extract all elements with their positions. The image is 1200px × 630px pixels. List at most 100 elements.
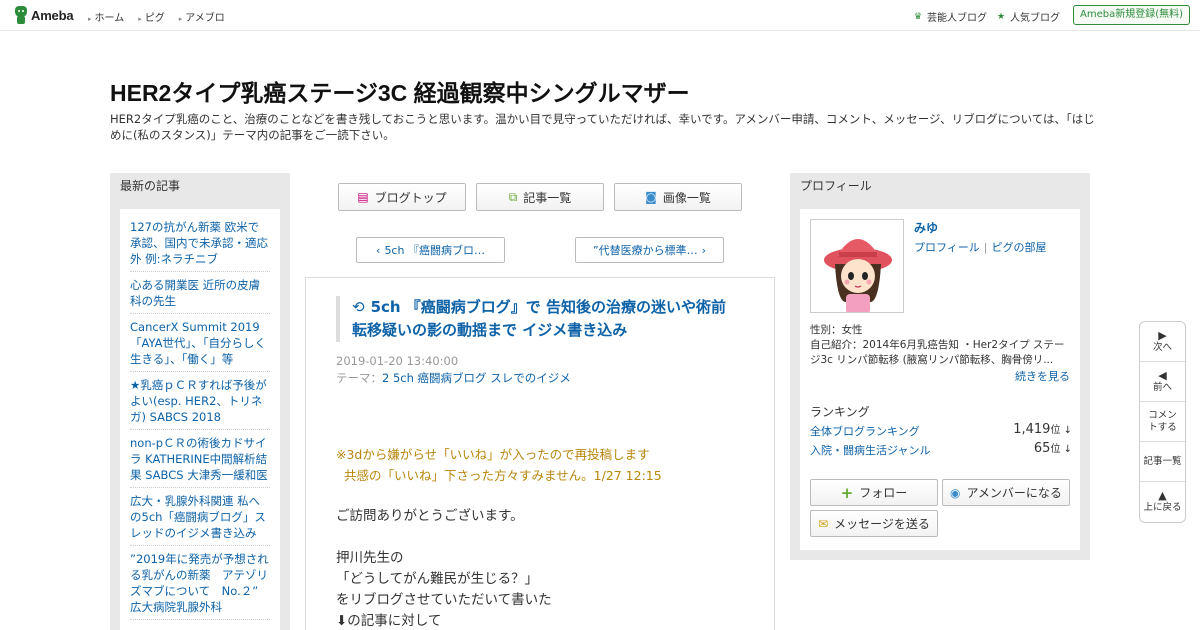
recent-article-link[interactable]: 心ある開業医 近所の皮膚科の先生 xyxy=(130,275,270,314)
recent-articles-list: 127の抗がん新薬 欧米で承認、国内で未承認・適応外 例:ネラチニブ 心ある開業… xyxy=(120,209,280,630)
blog-top-button[interactable]: ▤ ブログトップ xyxy=(338,183,466,211)
profile-heading: プロフィール xyxy=(800,179,872,193)
profile-box: みゆ プロフィール | ピグの部屋 性別：女性 自己紹介：2014年6月乳癌告知 ・… xyxy=(800,209,1080,550)
ameba-logo-icon xyxy=(14,6,28,24)
article-list-button[interactable]: ⧉ 記事一覧 xyxy=(476,183,604,211)
follow-label: フォロー xyxy=(859,486,908,500)
send-message-button[interactable]: ✉ メッセージを送る xyxy=(810,510,938,537)
separator: | xyxy=(983,241,988,254)
chevron-right-icon: › xyxy=(701,243,707,257)
chat-icon: ◉ xyxy=(950,485,961,500)
body-line: 押川先生の xyxy=(336,550,404,566)
prev-article-label: 5ch 『癌闘病ブロ… xyxy=(384,244,485,257)
ranking-heading: ランキング xyxy=(810,405,870,419)
article: ⟲ 5ch 『癌闘病ブログ』で 告知後の治療の迷いや術前転移疑いの影の動揺まで イ… xyxy=(305,277,775,630)
ranking-label[interactable]: 入院・闘病生活ジャンル xyxy=(810,444,930,457)
nav-ameblo-link[interactable]: アメブロ xyxy=(179,9,225,24)
article-list-nav-label: 記事一覧 xyxy=(1143,455,1182,467)
ranking-value: 1,419位 ↓ xyxy=(1013,421,1072,437)
register-button[interactable]: Ameba新規登録(無料) xyxy=(1072,5,1190,25)
arrow-up-icon: ▲ xyxy=(1158,489,1167,502)
top-right-links: ♛ 芸能人ブログ ★ 人気ブログ xyxy=(904,9,1060,24)
ranking-label[interactable]: 全体ブログランキング xyxy=(810,425,920,438)
ranking-unit: 位 ↓ xyxy=(1050,425,1072,436)
plus-icon: + xyxy=(840,483,854,502)
recent-article-link[interactable]: CancerX Summit 2019 「AYA世代」、「自分らしく生きる」、「… xyxy=(130,317,270,372)
profile-links: プロフィール | ピグの部屋 xyxy=(914,239,1047,255)
blog-title[interactable]: HER2タイプ乳癌ステージ3C 経過観察中シングルマザー xyxy=(110,74,690,108)
prev-article-button[interactable]: ‹ 5ch 『癌闘病ブロ… xyxy=(356,237,505,263)
body-line xyxy=(336,527,552,548)
profile-link[interactable]: プロフィール xyxy=(914,241,980,254)
article-list-nav-button[interactable]: 記事一覧 xyxy=(1140,442,1185,482)
profile-panel: プロフィール みゆ プロフィール | ピグの部屋 性別：女性 自己紹介：2014… xyxy=(790,173,1090,560)
logo-text: Ameba xyxy=(31,7,74,23)
crown-icon: ♛ xyxy=(914,11,923,22)
ranking-unit: 位 ↓ xyxy=(1050,444,1072,455)
blog-description: HER2タイプ乳癌のこと、治療のことなどを書き残しておこうと思います。温かい目で… xyxy=(110,112,1095,142)
chevron-left-icon: ‹ xyxy=(376,243,381,257)
recent-articles-panel: 最新の記事 127の抗がん新薬 欧米で承認、国内で未承認・適応外 例:ネラチニブ… xyxy=(110,173,290,630)
prev-nav-label: 前へ xyxy=(1152,381,1172,393)
next-article-label: ”代替医療から標準… xyxy=(592,244,698,257)
top-bar: Ameba ホーム ピグ アメブロ ♛ 芸能人ブログ ★ 人気ブログ Ameba… xyxy=(0,0,1200,31)
ameba-logo[interactable]: Ameba xyxy=(14,5,74,25)
play-right-icon: ▶ xyxy=(1158,328,1167,342)
camera-icon: ◙ xyxy=(645,190,657,204)
recent-article-link[interactable]: ”2019年に発売が予想される乳がんの新薬 アテゾリズマブについて No.２” … xyxy=(130,549,270,620)
celebrity-blog-label: 芸能人ブログ xyxy=(927,13,987,24)
image-list-button[interactable]: ◙ 画像一覧 xyxy=(614,183,742,211)
profile-intro: 自己紹介：2014年6月乳癌告知 ・Her2タイプ ステージ3c リンパ節転移 … xyxy=(810,339,1065,366)
nav-home-link[interactable]: ホーム xyxy=(88,9,125,24)
theme-link[interactable]: 2 5ch 癌闘病ブログ スレでのイジメ xyxy=(382,371,571,385)
recent-article-link[interactable]: ★乳癌ｐＣＲすれば予後がよい(esp. HER2、トリネガ) SABCS 201… xyxy=(130,375,270,430)
article-title[interactable]: ⟲ 5ch 『癌闘病ブログ』で 告知後の治療の迷いや術前転移疑いの影の動揺まで イ… xyxy=(336,296,736,342)
recent-articles-heading: 最新の記事 xyxy=(120,179,181,193)
comment-nav-button[interactable]: コメントする xyxy=(1140,402,1185,442)
amember-label: アメンバーになる xyxy=(966,486,1062,500)
theme-label: テーマ： xyxy=(336,371,382,385)
prev-nav-button[interactable]: ◀ 前へ xyxy=(1140,362,1185,402)
ranking-number: 65 xyxy=(1033,441,1051,456)
ranking-row: 全体ブログランキング 1,419位 ↓ xyxy=(810,421,1072,439)
article-note: ※3dから嫌がらせ「いいね」が入ったので再投稿します 共感の「いいね」下さった方… xyxy=(336,444,662,486)
document-icon: ▤ xyxy=(357,190,369,204)
recent-article-link[interactable]: non-pＣＲの術後カドサイラ KATHERINE中間解析結果 SABCS 大津… xyxy=(130,433,270,488)
global-nav: ホーム ピグ アメブロ xyxy=(88,9,239,24)
back-to-top-button[interactable]: ▲ 上に戻る xyxy=(1140,482,1185,522)
recent-article-link[interactable]: 広大・乳腺外科関連 私への5ch「癌闘病ブログ」スレッドのイジメ書き込み xyxy=(130,491,270,546)
send-message-label: メッセージを送る xyxy=(834,517,930,531)
comment-nav-label: コメントする xyxy=(1148,409,1177,433)
note-line: ※3dから嫌がらせ「いいね」が入ったので再投稿します xyxy=(336,447,650,462)
amember-button[interactable]: ◉ アメンバーになる xyxy=(942,479,1070,506)
body-line: ご訪問ありがとうございます。 xyxy=(336,508,524,524)
follow-button[interactable]: + フォロー xyxy=(810,479,938,506)
popular-blog-label: 人気ブログ xyxy=(1010,13,1060,24)
image-list-label: 画像一覧 xyxy=(662,190,711,205)
profile-info: 性別：女性 自己紹介：2014年6月乳癌告知 ・Her2タイプ ステージ3c リ… xyxy=(810,323,1072,368)
article-date: 2019-01-20 13:40:00 xyxy=(336,354,459,368)
article-body: ご訪問ありがとうございます。 押川先生の 「どうしてがん難民が生じる？」 をリブ… xyxy=(336,506,552,630)
blog-top-label: ブログトップ xyxy=(374,190,447,205)
avatar[interactable] xyxy=(810,219,904,313)
pigg-room-link[interactable]: ピグの部屋 xyxy=(992,241,1047,254)
popular-blog-link[interactable]: ★ 人気ブログ xyxy=(997,9,1060,24)
article-list-label: 記事一覧 xyxy=(523,190,572,205)
recent-article-link[interactable]: 127の抗がん新薬 欧米で承認、国内で未承認・適応外 例:ネラチニブ xyxy=(130,217,270,272)
article-title-text: 5ch 『癌闘病ブログ』で 告知後の治療の迷いや術前転移疑いの影の動揺まで イジ… xyxy=(352,298,727,339)
body-line: をリブログさせていただいて書いた xyxy=(336,592,552,608)
celebrity-blog-link[interactable]: ♛ 芸能人ブログ xyxy=(914,9,987,24)
nav-pigg-link[interactable]: ピグ xyxy=(138,9,165,24)
star-icon: ★ xyxy=(997,11,1006,22)
ranking-number: 1,419 xyxy=(1013,422,1051,437)
body-line: ⬇の記事に対して xyxy=(336,613,442,629)
next-nav-label: 次へ xyxy=(1152,341,1172,353)
next-nav-button[interactable]: ▶ 次へ xyxy=(1140,322,1185,362)
read-more-link[interactable]: 続きを見る xyxy=(1015,368,1070,384)
body-line: 「どうしてがん難民が生じる？」 xyxy=(336,571,539,587)
next-article-button[interactable]: ”代替医療から標準… › xyxy=(575,237,724,263)
note-line: 共感の「いいね」下さった方々すみません。1/27 12:15 xyxy=(344,468,662,483)
article-theme: テーマ：2 5ch 癌闘病ブログ スレでのイジメ xyxy=(336,370,571,386)
profile-name[interactable]: みゆ xyxy=(914,219,938,236)
floating-nav: ▶ 次へ ◀ 前へ コメントする 記事一覧 ▲ 上に戻る xyxy=(1139,321,1186,523)
